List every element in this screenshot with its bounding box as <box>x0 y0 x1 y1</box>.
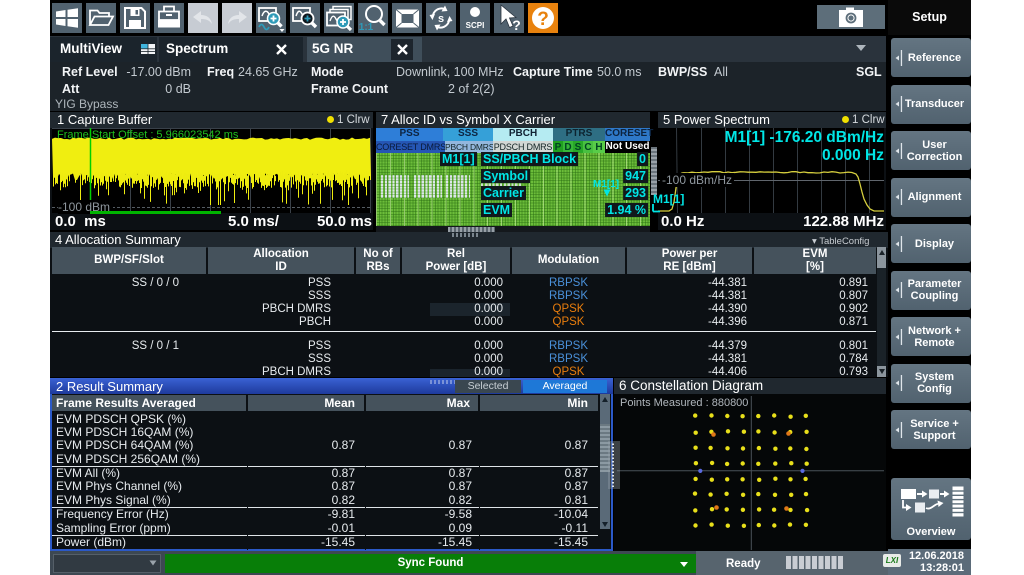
svg-text:?: ? <box>512 17 521 33</box>
svg-text:s: s <box>438 13 444 25</box>
svg-text:1:1: 1:1 <box>359 22 374 33</box>
svg-text:?: ? <box>537 9 549 30</box>
svg-text:SCPI: SCPI <box>466 21 485 30</box>
